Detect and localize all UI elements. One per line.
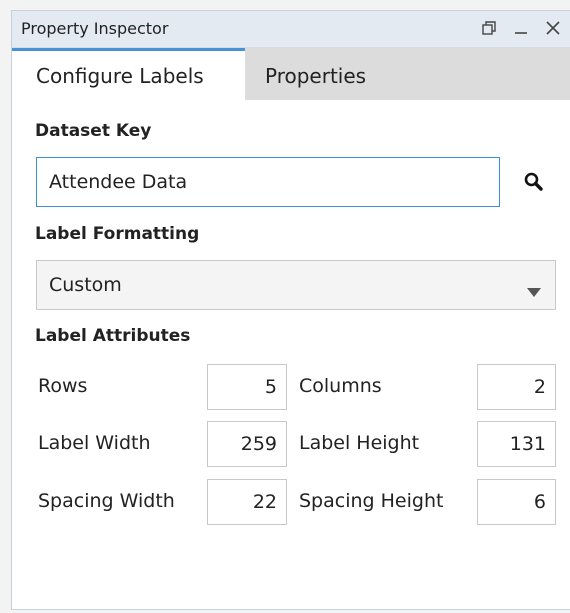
dataset-key-input[interactable]: Attendee Data [36,157,500,207]
tab-bar: Configure Labels Properties [12,48,570,101]
label-formatting-heading: Label Formatting [35,224,200,244]
rows-label: Rows [38,375,88,397]
spacing-width-value: 22 [252,491,277,513]
panel-title: Property Inspector [21,19,169,38]
rows-value: 5 [264,376,277,398]
tab-properties-label: Properties [265,63,367,88]
label-height-label: Label Height [299,432,420,454]
tab-configure-labels-label: Configure Labels [36,63,204,88]
columns-value: 2 [533,376,546,398]
close-icon[interactable] [542,16,564,40]
label-width-value: 259 [240,433,277,455]
label-formatting-value: Custom [49,274,122,296]
window-controls [478,16,564,40]
spacing-height-value: 6 [533,491,546,513]
title-bar: Property Inspector [12,11,570,48]
label-formatting-select[interactable]: Custom [36,260,556,310]
chevron-down-icon [527,280,541,302]
search-icon[interactable] [523,171,545,193]
rows-input[interactable]: 5 [207,364,287,410]
columns-label: Columns [299,375,382,397]
tab-properties[interactable]: Properties [245,48,570,100]
label-height-input[interactable]: 131 [477,421,556,467]
dataset-key-value: Attendee Data [49,171,188,193]
spacing-height-label: Spacing Height [299,490,444,512]
label-width-label: Label Width [38,432,151,454]
minimize-icon[interactable] [510,16,532,40]
tab-configure-labels[interactable]: Configure Labels [12,48,245,100]
spacing-height-input[interactable]: 6 [477,479,556,525]
label-attributes-heading: Label Attributes [35,326,191,346]
label-height-value: 131 [509,433,546,455]
label-width-input[interactable]: 259 [207,421,287,467]
columns-input[interactable]: 2 [477,364,556,410]
dataset-key-heading: Dataset Key [35,121,152,141]
property-inspector-panel: Property Inspector Configure Labels Prop… [11,10,570,610]
spacing-width-label: Spacing Width [38,490,175,512]
restore-icon[interactable] [478,16,500,40]
spacing-width-input[interactable]: 22 [207,479,287,525]
